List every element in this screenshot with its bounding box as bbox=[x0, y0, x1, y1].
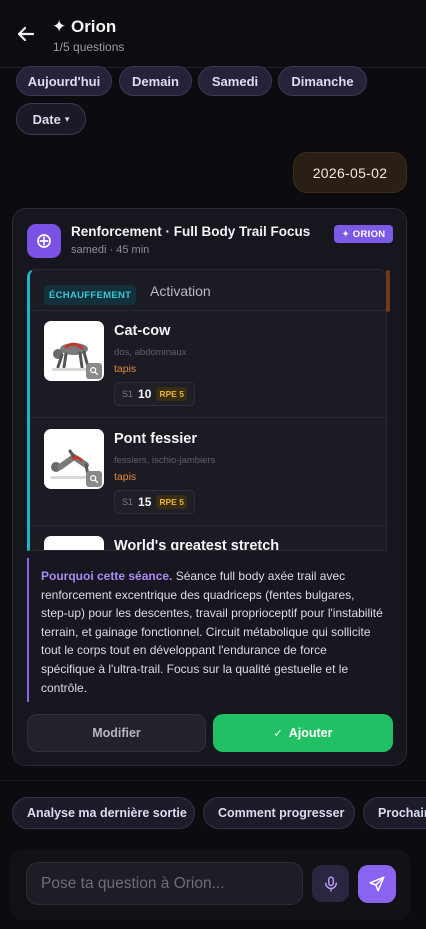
orion-badge: ✦ ORION bbox=[334, 225, 393, 243]
chip-date-label: Date bbox=[32, 111, 61, 127]
chip-date-dropdown[interactable]: Date ▾ bbox=[16, 103, 86, 135]
exercise-muscles: dos, abdominaux bbox=[114, 347, 187, 358]
add-button-label: Ajouter bbox=[288, 726, 333, 740]
divider bbox=[0, 780, 426, 781]
exercise-thumbnail[interactable] bbox=[44, 536, 104, 550]
chip-today[interactable]: Aujourd'hui bbox=[16, 66, 112, 96]
exercise-thumbnail[interactable] bbox=[44, 321, 104, 381]
check-icon: ✓ bbox=[273, 727, 283, 740]
set-label: S1 bbox=[122, 497, 134, 507]
rpe-badge: RPE 5 bbox=[156, 495, 187, 509]
set-reps: 10 bbox=[138, 387, 152, 401]
set-badge: S1 10 RPE 5 bbox=[114, 382, 195, 406]
why-label: Pourquoi cette séance. bbox=[41, 569, 173, 583]
chevron-down-icon: ▾ bbox=[64, 113, 70, 124]
add-button[interactable]: ✓ Ajouter bbox=[213, 714, 393, 752]
suggestion-chip[interactable]: Analyse ma dernière sortie bbox=[12, 797, 195, 829]
microphone-icon bbox=[324, 876, 337, 891]
zoom-icon[interactable] bbox=[86, 471, 102, 487]
section-tag: ÉCHAUFFEMENT bbox=[44, 285, 137, 305]
exercise-equipment: tapis bbox=[114, 471, 137, 483]
exercise-muscles: fessiers, ischio-jambiers bbox=[114, 455, 216, 466]
set-badge: S1 15 RPE 5 bbox=[114, 490, 195, 514]
exercise-equipment: tapis bbox=[114, 363, 137, 375]
section-name: Activation bbox=[150, 283, 211, 299]
why-explanation: Pourquoi cette séance. Séance full body … bbox=[27, 558, 393, 702]
modify-button[interactable]: Modifier bbox=[27, 714, 206, 752]
microphone-button[interactable] bbox=[312, 865, 349, 902]
target-icon bbox=[27, 224, 61, 258]
page-title: ✦ Orion bbox=[52, 17, 117, 36]
send-button[interactable] bbox=[358, 865, 396, 903]
exercise-list[interactable]: ÉCHAUFFEMENT Activation Cat-cow dos, abd… bbox=[27, 269, 387, 551]
user-message-bubble: 2026-05-02 bbox=[293, 152, 407, 193]
set-reps: 15 bbox=[138, 495, 152, 509]
divider bbox=[30, 525, 386, 526]
suggestion-chip[interactable]: Comment progresser bbox=[203, 797, 355, 829]
workout-title: Renforcement · Full Body Trail Focus bbox=[71, 224, 311, 239]
set-label: S1 bbox=[122, 389, 134, 399]
chip-sunday[interactable]: Dimanche bbox=[278, 66, 367, 96]
send-icon bbox=[369, 876, 385, 892]
question-counter: 1/5 questions bbox=[53, 40, 125, 54]
workout-card: Renforcement · Full Body Trail Focus sam… bbox=[12, 208, 407, 766]
exercise-name: Cat-cow bbox=[114, 323, 171, 339]
exercise-name: Pont fessier bbox=[114, 431, 197, 447]
back-arrow-icon[interactable] bbox=[14, 22, 38, 46]
divider bbox=[30, 417, 386, 418]
exercise-name: World's greatest stretch bbox=[114, 538, 280, 551]
zoom-icon[interactable] bbox=[86, 363, 102, 379]
chip-saturday[interactable]: Samedi bbox=[198, 66, 272, 96]
message-input[interactable]: Pose ta question à Orion... bbox=[26, 862, 303, 905]
scrollbar-thumb[interactable] bbox=[386, 270, 390, 312]
divider bbox=[30, 310, 386, 311]
chip-tomorrow[interactable]: Demain bbox=[119, 66, 192, 96]
workout-meta: samedi · 45 min bbox=[71, 244, 150, 256]
exercise-thumbnail[interactable] bbox=[44, 429, 104, 489]
suggestion-chip[interactable]: Prochaine bbox=[363, 797, 426, 829]
rpe-badge: RPE 5 bbox=[156, 387, 187, 401]
why-text: Séance full body axée trail avec renforc… bbox=[41, 569, 383, 695]
app-header: ✦ Orion 1/5 questions bbox=[0, 0, 426, 68]
